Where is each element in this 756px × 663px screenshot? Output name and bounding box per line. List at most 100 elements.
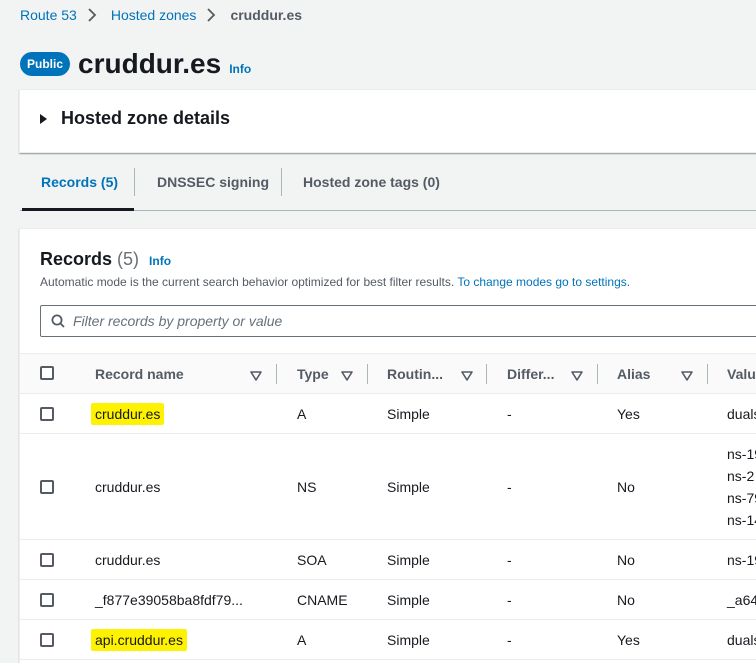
value-line: ns-14	[727, 511, 756, 528]
table-header: Record name Type Routin... Differ... Ali…	[20, 353, 756, 394]
chevron-right-icon	[83, 8, 105, 22]
sort-caret-icon[interactable]	[461, 368, 473, 384]
value-line: ns-19	[727, 551, 756, 568]
cell-differ: -	[507, 591, 512, 608]
value-line: ns-79	[727, 489, 756, 506]
tab-divider	[281, 168, 282, 196]
cell-type: A	[297, 631, 307, 648]
table-row[interactable]: api.cruddur.es A Simple - Yes duals	[20, 620, 756, 660]
tab-divider	[134, 168, 135, 196]
value-line: ns-19	[727, 445, 756, 462]
table-row[interactable]: cruddur.es SOA Simple - No ns-19	[20, 540, 756, 580]
column-divider	[597, 364, 598, 384]
column-header-routing[interactable]: Routin...	[387, 354, 443, 394]
active-tab-indicator	[22, 208, 134, 211]
value-line: ns-2	[727, 467, 755, 484]
cell-alias: No	[617, 551, 635, 568]
cell-routing: Simple	[387, 405, 430, 422]
table-row[interactable]: _f877e39058ba8fdf79... CNAME Simple - No…	[20, 580, 756, 620]
select-all-checkbox[interactable]	[40, 366, 54, 380]
cell-record-name: cruddur.es	[95, 478, 161, 495]
cell-type: NS	[297, 478, 317, 495]
cell-alias: Yes	[617, 405, 640, 422]
sort-caret-icon[interactable]	[250, 368, 262, 384]
column-header-value[interactable]: Valu	[727, 354, 756, 394]
column-divider	[276, 364, 277, 384]
row-checkbox[interactable]	[40, 553, 54, 567]
column-divider	[707, 364, 708, 384]
sort-caret-icon[interactable]	[341, 368, 353, 384]
cell-routing: Simple	[387, 551, 430, 568]
row-checkbox[interactable]	[40, 480, 54, 494]
value-line: duals	[727, 405, 756, 422]
highlighted-record-name: api.cruddur.es	[91, 628, 187, 651]
cell-alias: Yes	[617, 631, 640, 648]
column-header-alias[interactable]: Alias	[617, 354, 650, 394]
sort-caret-icon[interactable]	[681, 368, 693, 384]
cell-routing: Simple	[387, 591, 430, 608]
search-box	[40, 305, 756, 337]
cell-record-name: _f877e39058ba8fdf79...	[95, 591, 243, 608]
records-info-link[interactable]: Info	[149, 254, 171, 268]
search-input[interactable]	[73, 306, 756, 336]
cell-routing: Simple	[387, 478, 430, 495]
column-header-type[interactable]: Type	[297, 354, 329, 394]
tab-hosted-zone-tags[interactable]: Hosted zone tags (0)	[303, 154, 440, 210]
table-row[interactable]: cruddur.es A Simple - Yes duals	[20, 394, 756, 434]
caret-right-icon	[40, 113, 47, 124]
records-description-text: Automatic mode is the current search beh…	[40, 275, 455, 289]
cell-value: ns-19 ns-2 ns-79 ns-14	[727, 434, 756, 539]
row-checkbox[interactable]	[40, 593, 54, 607]
column-divider	[367, 364, 368, 384]
cell-type: SOA	[297, 551, 327, 568]
row-checkbox[interactable]	[40, 407, 54, 421]
cell-differ: -	[507, 405, 512, 422]
tab-dnssec-signing[interactable]: DNSSEC signing	[157, 154, 269, 210]
records-title: Records	[40, 249, 113, 269]
records-description: Automatic mode is the current search beh…	[40, 275, 630, 289]
cell-type: A	[297, 405, 307, 422]
cell-record-name: api.cruddur.es	[91, 620, 187, 659]
cell-value: ns-19	[727, 540, 756, 579]
cell-alias: No	[617, 591, 635, 608]
hosted-zone-details-label: Hosted zone details	[61, 108, 231, 128]
sort-caret-icon[interactable]	[571, 368, 583, 384]
breadcrumb-route53-link[interactable]: Route 53	[20, 7, 77, 23]
column-divider	[486, 364, 487, 384]
cell-alias: No	[617, 478, 635, 495]
breadcrumb-hosted-zones-link[interactable]: Hosted zones	[111, 7, 197, 23]
breadcrumb-current: cruddur.es	[230, 7, 303, 23]
records-panel: Records (5) Info Automatic mode is the c…	[19, 228, 756, 663]
page-title: cruddur.es	[78, 48, 222, 79]
cell-record-name: cruddur.es	[95, 551, 161, 568]
public-badge: Public	[20, 52, 71, 76]
hosted-zone-details-panel: Hosted zone details	[19, 89, 756, 153]
cell-differ: -	[507, 631, 512, 648]
cell-record-name: cruddur.es	[91, 394, 165, 433]
search-icon	[51, 314, 65, 331]
cell-value: _a64	[727, 580, 756, 619]
cell-routing: Simple	[387, 631, 430, 648]
records-count: (5)	[117, 249, 140, 269]
column-header-differ[interactable]: Differ...	[507, 354, 554, 394]
cell-value: duals	[727, 394, 756, 433]
settings-link[interactable]: To change modes go to settings.	[457, 275, 630, 289]
cell-differ: -	[507, 551, 512, 568]
cell-value: duals	[727, 620, 756, 659]
chevron-right-icon	[202, 8, 224, 22]
tab-bar: Records (5) DNSSEC signing Hosted zone t…	[20, 154, 756, 211]
table-row[interactable]: cruddur.es NS Simple - No ns-19 ns-2 ns-…	[20, 434, 756, 540]
value-line: duals	[727, 631, 756, 648]
page-header: Public cruddur.es Info	[20, 44, 251, 84]
cell-type: CNAME	[297, 591, 348, 608]
row-checkbox[interactable]	[40, 633, 54, 647]
breadcrumb: Route 53 Hosted zones cruddur.es	[20, 6, 302, 24]
hosted-zone-details-toggle[interactable]: Hosted zone details	[40, 108, 230, 129]
highlighted-record-name: cruddur.es	[91, 402, 165, 425]
info-link[interactable]: Info	[229, 62, 251, 76]
cell-differ: -	[507, 478, 512, 495]
tab-records[interactable]: Records (5)	[41, 154, 118, 210]
value-line: _a64	[727, 591, 756, 608]
records-heading: Records (5) Info	[40, 249, 171, 270]
column-header-record-name[interactable]: Record name	[95, 354, 184, 394]
